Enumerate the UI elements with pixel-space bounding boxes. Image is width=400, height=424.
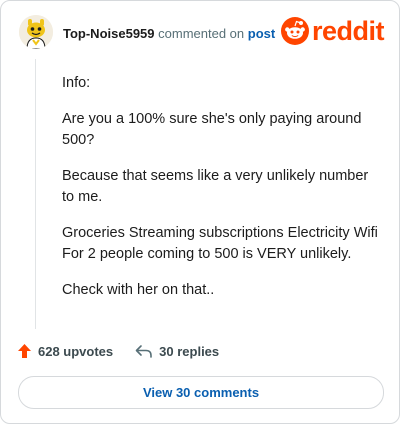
comment-card: Top-Noise5959 commented on post reddit I… bbox=[0, 0, 400, 424]
reply-arrow-icon bbox=[135, 345, 152, 358]
snoo-avatar-icon bbox=[19, 15, 53, 49]
comment-paragraph: Groceries Streaming subscriptions Electr… bbox=[62, 225, 378, 262]
reddit-wordmark: reddit bbox=[312, 16, 385, 46]
post-link[interactable]: post bbox=[248, 26, 275, 41]
comment-actions: 628 upvotes 30 replies bbox=[17, 343, 219, 359]
comment-paragraph: Check with her on that.. bbox=[62, 282, 215, 298]
user-avatar[interactable] bbox=[19, 15, 53, 49]
upvote-count: 628 upvotes bbox=[38, 343, 114, 359]
commented-on-text: commented on bbox=[158, 26, 245, 41]
comment-header: Top-Noise5959 commented on post bbox=[63, 26, 275, 41]
comment-paragraph: Because that seems like a very unlikely … bbox=[62, 168, 369, 205]
comment-body: Info: Are you a 100% sure she's only pay… bbox=[62, 73, 380, 316]
username[interactable]: Top-Noise5959 bbox=[63, 26, 155, 41]
thread-line[interactable] bbox=[35, 59, 36, 329]
comment-paragraph: Info: bbox=[62, 75, 91, 91]
reply-count: 30 replies bbox=[159, 343, 220, 359]
upvote-arrow-icon bbox=[18, 344, 31, 358]
view-comments-button[interactable]: View 30 comments bbox=[18, 376, 384, 409]
reddit-logo: reddit bbox=[281, 16, 385, 46]
replies-button[interactable]: 30 replies bbox=[135, 344, 219, 359]
upvote-button[interactable]: 628 upvotes bbox=[17, 343, 113, 359]
reddit-snoo-icon bbox=[281, 17, 309, 45]
comment-paragraph: Are you a 100% sure she's only paying ar… bbox=[62, 111, 362, 148]
